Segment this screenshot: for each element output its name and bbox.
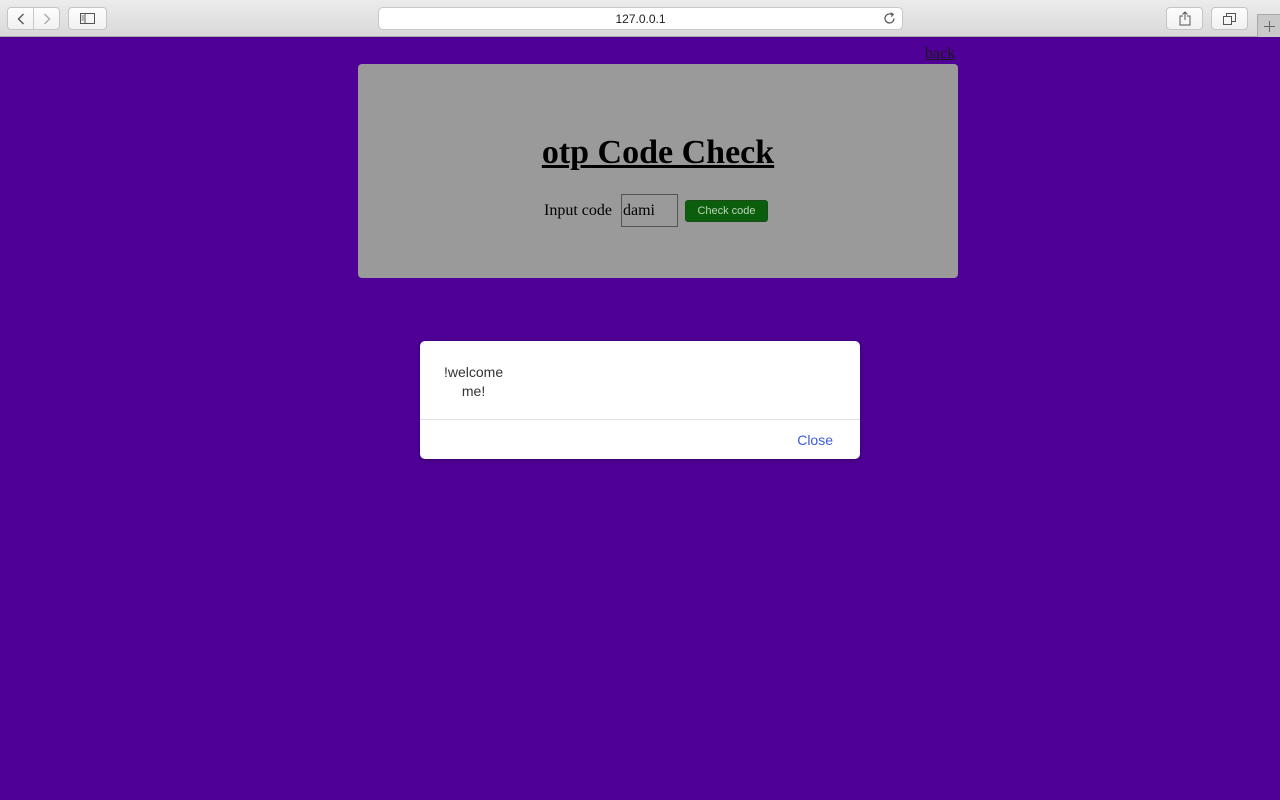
share-icon — [1179, 11, 1190, 26]
check-code-button[interactable]: Check code — [684, 199, 768, 222]
sidebar-icon — [80, 13, 95, 24]
dialog-message: !welcome me! — [444, 363, 503, 401]
back-button[interactable] — [8, 8, 33, 29]
nav-button-group — [7, 7, 60, 30]
address-url: 127.0.0.1 — [615, 11, 666, 26]
address-bar[interactable]: 127.0.0.1 — [378, 7, 903, 30]
share-button[interactable] — [1166, 7, 1203, 30]
close-button[interactable]: Close — [797, 432, 833, 448]
dialog-message-line-1: !welcome — [444, 364, 504, 380]
page-title: otp Code Check — [541, 134, 775, 171]
sidebar-button[interactable] — [68, 7, 107, 30]
dialog-divider — [420, 419, 860, 420]
forward-button[interactable] — [33, 8, 59, 29]
new-tab-button[interactable] — [1257, 14, 1280, 37]
input-code-label: Input code — [544, 201, 612, 219]
tabs-overview-icon — [1223, 12, 1236, 25]
browser-toolbar: 127.0.0.1 — [0, 0, 1280, 37]
dialog-message-line-2: me! — [461, 383, 486, 399]
plus-icon — [1263, 20, 1275, 32]
chevron-left-icon — [17, 13, 24, 24]
back-link[interactable]: back — [925, 45, 955, 63]
code-input[interactable] — [620, 194, 678, 227]
alert-dialog: !welcome me! Close — [420, 341, 860, 459]
reload-icon[interactable] — [882, 11, 897, 26]
tabs-overview-button[interactable] — [1211, 7, 1248, 30]
chevron-right-icon — [43, 13, 50, 24]
code-form: Input code Check code — [544, 194, 768, 227]
